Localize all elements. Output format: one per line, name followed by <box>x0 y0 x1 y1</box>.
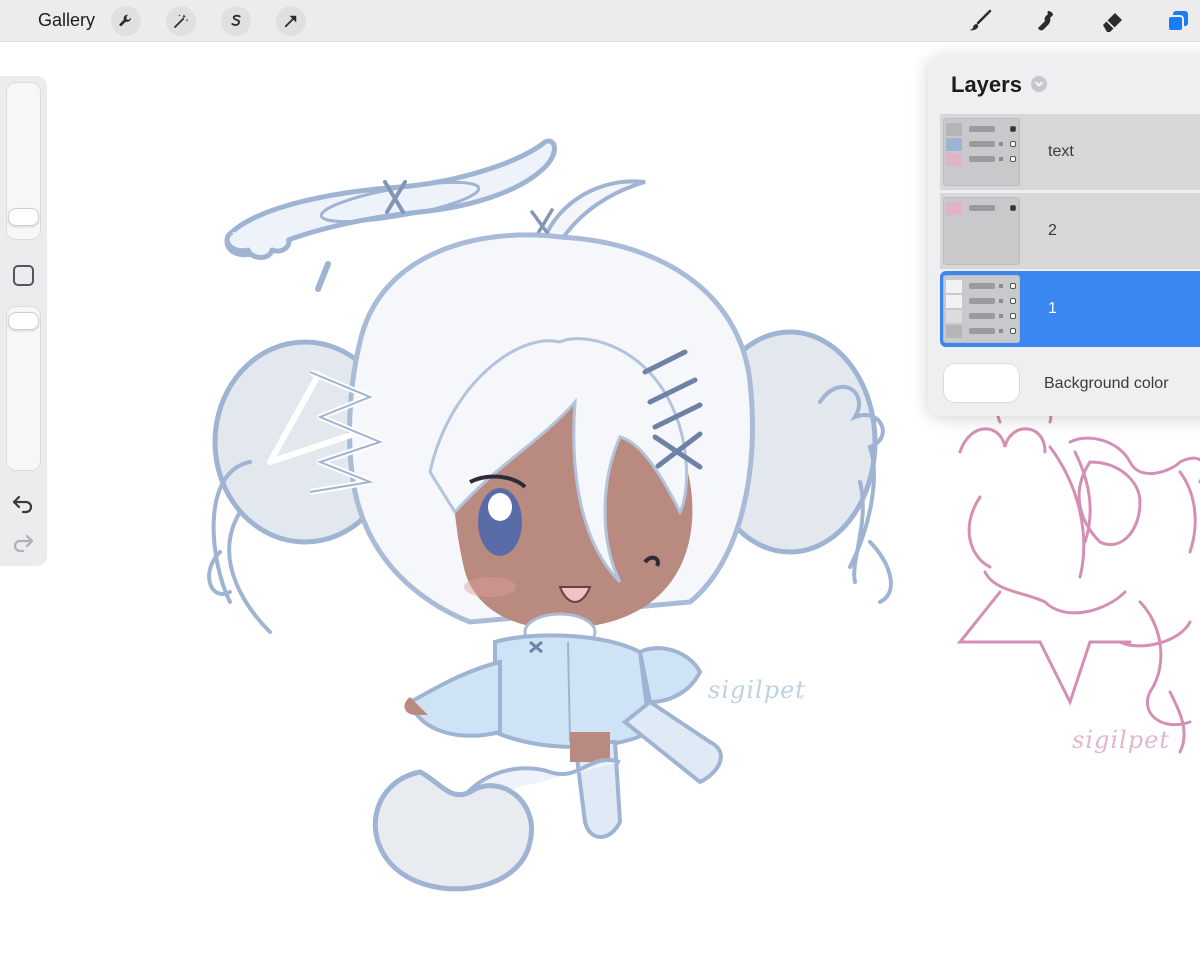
opacity-thumb[interactable] <box>8 312 39 330</box>
wrench-icon[interactable] <box>111 6 141 36</box>
tail <box>372 769 534 892</box>
brush-size-slider[interactable] <box>6 82 41 240</box>
top-toolbar: Gallery <box>0 0 1200 42</box>
modify-square-icon[interactable] <box>13 265 34 286</box>
layer-name: 1 <box>1048 300 1057 317</box>
undo-icon[interactable] <box>11 491 35 515</box>
layer-name: text <box>1048 143 1074 160</box>
layers-icon[interactable] <box>1162 5 1194 37</box>
magic-wand-icon[interactable] <box>166 6 196 36</box>
layer-row-2[interactable]: 2 <box>940 193 1200 269</box>
brush-icon[interactable] <box>964 5 996 37</box>
chevron-down-icon[interactable] <box>1031 76 1047 92</box>
background-color-swatch[interactable] <box>943 363 1020 403</box>
gallery-button[interactable]: Gallery <box>38 10 95 31</box>
background-color-row[interactable]: Background color <box>940 360 1200 406</box>
layer-row-text[interactable]: text <box>940 114 1200 190</box>
pink-sketch <box>956 399 1200 754</box>
layer-thumbnail <box>943 275 1020 343</box>
layer-row-1[interactable]: 1 <box>940 271 1200 347</box>
layer-thumbnail <box>943 118 1020 186</box>
redo-icon[interactable] <box>11 530 35 554</box>
opacity-slider[interactable] <box>6 306 41 471</box>
selection-s-icon[interactable] <box>221 6 251 36</box>
layer-thumbnail <box>943 197 1020 265</box>
watermark-pink: sigilpet <box>1072 726 1170 754</box>
left-sidebar <box>0 76 47 566</box>
watermark-blue: sigilpet <box>708 676 806 704</box>
layers-panel: Layers text 2 1 Background color <box>928 56 1200 416</box>
transform-arrow-icon[interactable] <box>276 6 306 36</box>
layers-title: Layers <box>951 72 1022 97</box>
layer-name: 2 <box>1048 222 1057 239</box>
smudge-icon[interactable] <box>1030 5 1062 37</box>
brush-size-thumb[interactable] <box>8 208 39 226</box>
eraser-icon[interactable] <box>1096 5 1128 37</box>
background-color-label: Background color <box>1044 375 1169 392</box>
jacket <box>493 633 653 749</box>
